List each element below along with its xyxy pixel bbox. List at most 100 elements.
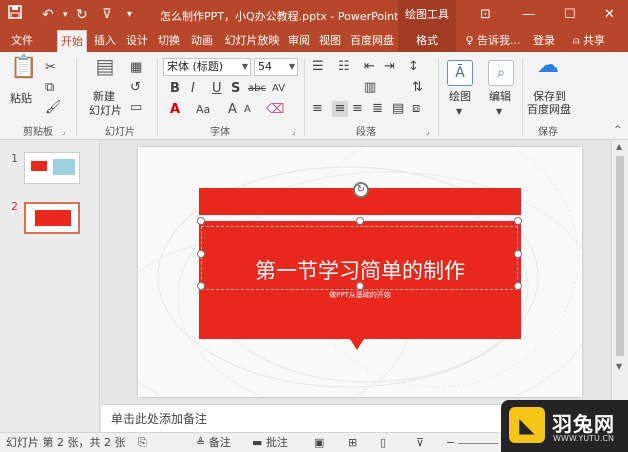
maximize-icon[interactable]: ☐ [564,7,576,22]
slide-thumbnail-1[interactable] [24,152,80,184]
baidu-netdisk-icon[interactable]: ☁ [534,55,562,86]
clipboard-launcher-icon[interactable]: ⌟ [62,124,65,140]
strikethrough-icon[interactable]: abc [248,81,266,97]
rotate-handle-icon[interactable]: ↻ [353,182,369,198]
normal-view-icon[interactable]: ▣ [314,436,324,450]
tab-design[interactable]: 设计 [122,30,152,52]
vertical-scrollbar[interactable]: ▲ ▼ [611,140,628,404]
decrease-indent-icon[interactable]: ⇤ [364,59,375,75]
resize-handle[interactable] [197,217,205,225]
change-case-icon[interactable]: Aa [196,102,210,118]
bold-icon[interactable]: B [170,81,180,97]
share-button[interactable]: ⍝ 共享 [566,30,612,52]
notes-field[interactable]: 单击此处添加备注 [101,404,511,432]
decrease-font-icon[interactable]: A [244,102,251,118]
tab-review[interactable]: 审阅 [285,30,313,52]
reading-view-icon[interactable]: ▯ [380,436,386,450]
paste-button[interactable]: 粘贴 [10,92,32,106]
ribbon-display-options-icon[interactable]: ⊡ [480,7,491,22]
resize-handle[interactable] [197,282,205,290]
text-direction-icon[interactable]: ⇅ [412,80,423,96]
bullets-icon[interactable]: ☰ [312,59,324,75]
clear-formatting-icon[interactable]: ⌫ [266,102,284,118]
font-color-icon[interactable]: A [170,102,180,118]
character-spacing-icon[interactable]: AV [272,81,285,97]
comments-toggle[interactable]: ▬ 批注 [252,436,288,450]
format-painter-icon[interactable]: 🖌 [45,100,62,116]
scroll-up-icon[interactable]: ▲ [616,142,622,151]
close-icon[interactable]: ✕ [604,7,615,22]
tab-animations[interactable]: 动画 [187,30,217,52]
drawing-shapes-icon[interactable]: Ā [447,60,473,86]
tab-slideshow[interactable]: 幻灯片放映 [221,30,283,52]
font-name-select[interactable]: 宋体 (标题) ▼ [163,58,251,76]
scroll-thumb[interactable] [616,156,624,356]
redo-icon[interactable]: ↻ [76,5,88,25]
align-right-icon[interactable]: ≡ [352,101,363,117]
slideshow-view-icon[interactable]: ⊽ [416,436,424,450]
new-slide-label-2[interactable]: 幻灯片 [89,104,122,118]
drawing-button[interactable]: 绘图 [449,90,471,104]
increase-indent-icon[interactable]: ⇥ [384,59,395,75]
save-to-label-2[interactable]: 百度网盘 [527,103,571,117]
slide-canvas[interactable]: 第一节学习简单的制作 做PPT从基础的开始 ↻ [138,147,582,397]
underline-icon[interactable]: U [212,81,222,97]
font-launcher-icon[interactable]: ⌟ [292,124,295,140]
clipboard-icon[interactable]: 📋 [10,57,37,79]
tab-file[interactable]: 文件 [6,30,38,52]
section-icon[interactable]: ▭ [130,100,142,116]
tab-baidu-netdisk[interactable]: 百度网盘 [347,30,397,52]
spell-check-icon[interactable]: ⎘ [138,436,147,450]
save-to-label-1[interactable]: 保存到 [533,90,566,104]
resize-handle[interactable] [514,282,522,290]
tab-format[interactable]: 格式 [398,30,456,52]
reset-icon[interactable]: ↺ [130,80,141,96]
resize-handle[interactable] [514,250,522,258]
layout-icon[interactable]: ▦ [130,60,142,76]
zoom-slider[interactable] [458,443,498,444]
line-spacing-icon[interactable]: ↕ [408,59,419,75]
resize-handle[interactable] [514,217,522,225]
numbering-icon[interactable]: ☷ [338,59,350,75]
notes-toggle[interactable]: ≜ 备注 [196,436,231,450]
cut-icon[interactable]: ✂ [45,60,56,76]
copy-icon[interactable]: ⧉ [45,80,54,96]
new-slide-label-1[interactable]: 新建 [93,90,115,104]
editing-button[interactable]: 编辑 [489,90,511,104]
present-icon[interactable]: ⊽ [102,5,112,25]
resize-handle[interactable] [356,282,364,290]
align-center-icon[interactable]: ≡ [332,101,348,117]
align-left-icon[interactable]: ≡ [312,101,323,117]
resize-handle[interactable] [197,250,205,258]
resize-handle[interactable] [356,217,364,225]
tab-view[interactable]: 视图 [316,30,344,52]
slide-thumbnail-2[interactable] [24,202,80,234]
tab-insert[interactable]: 插入 [90,30,120,52]
justify-icon[interactable]: ≣ [372,101,383,117]
slide-sorter-icon[interactable]: ⊞ [348,436,357,450]
login-link[interactable]: 登录 [530,30,558,52]
undo-dropdown-icon[interactable]: ▾ [63,5,68,25]
align-text-icon[interactable]: ▤ [392,101,404,117]
customize-toolbar-icon[interactable]: ▾ [127,5,132,25]
shadow-icon[interactable]: S [231,81,240,97]
zoom-out-icon[interactable]: − [446,436,455,450]
minimize-icon[interactable]: — [522,7,535,22]
collapse-ribbon-icon[interactable]: ^ [614,122,622,138]
increase-font-icon[interactable]: A [228,102,237,118]
font-size-select[interactable]: 54 ▼ [254,58,298,76]
slide-subtitle[interactable]: 做PPT从基础的开始 [199,290,521,300]
columns-icon[interactable]: ▥ [364,80,376,96]
paragraph-launcher-icon[interactable]: ⌟ [426,124,429,140]
save-icon[interactable] [8,5,22,25]
new-slide-icon[interactable]: ▤ [92,56,118,76]
italic-icon[interactable]: I [191,81,195,97]
scroll-down-icon[interactable]: ▼ [616,362,622,371]
tab-home[interactable]: 开始 [57,30,87,52]
undo-icon[interactable]: ↶ [42,5,54,25]
tab-transitions[interactable]: 切换 [154,30,184,52]
tell-me-box[interactable]: ♀ 告诉我... [462,30,524,52]
search-icon[interactable]: ⌕ [488,60,514,86]
slide-title[interactable]: 第一节学习简单的制作 [199,255,521,285]
smartart-icon[interactable]: ⧈ [412,101,420,117]
